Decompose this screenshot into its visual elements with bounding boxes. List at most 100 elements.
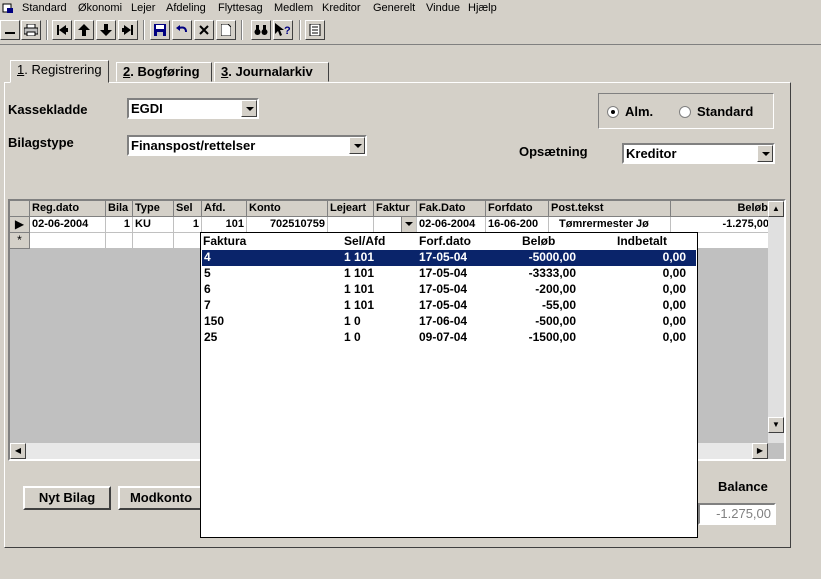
radio-alm[interactable]: Alm. [607,104,653,119]
print-icon[interactable] [21,20,41,40]
menu-vindue[interactable]: Vindue [426,1,460,15]
dropdown-faktura: 150 [204,314,225,328]
menu-generelt[interactable]: Generelt [373,1,415,15]
col-header-belob[interactable]: Beløb [671,201,772,217]
grid-corner [10,201,30,217]
col-header-sel[interactable]: Sel [174,201,202,217]
save-icon[interactable] [150,20,170,40]
menu-standard[interactable]: Standard [22,1,67,15]
tab-bogforing[interactable]: 2. Bogføring [116,62,212,82]
dropdown-row[interactable]: 7 1 101 17-05-04 -55,00 0,00 [202,298,696,314]
scroll-up-icon[interactable]: ▲ [768,201,784,217]
dropdown-faktura: 4 [204,250,211,264]
cell-posttekst[interactable]: Tømrermester Jø [549,217,671,233]
dropdown-row[interactable]: 5 1 101 17-05-04 -3333,00 0,00 [202,266,696,282]
dropdown-row[interactable]: 4 1 101 17-05-04 -5000,00 0,00 [202,250,696,266]
toolbar-separator [241,20,243,40]
next-record-icon[interactable] [96,20,116,40]
chevron-down-icon[interactable] [349,137,365,154]
row-selector-current[interactable]: ▶ [10,217,30,233]
cell-fakdato[interactable]: 02-06-2004 [417,217,486,233]
new-cell[interactable] [133,233,174,249]
menu-medlem[interactable]: Medlem [274,1,313,15]
tab-journalarkiv[interactable]: 3. Journalarkiv [214,62,329,82]
col-header-faktura[interactable]: Faktur [374,201,417,217]
dropdown-indbetalt: 0,00 [662,330,686,344]
undo-icon[interactable] [172,20,192,40]
dropdown-selafd: 1 101 [344,250,375,264]
kassekladde-select[interactable]: EGDI [127,98,259,119]
first-record-icon[interactable] [52,20,72,40]
scroll-left-icon[interactable]: ◀ [10,443,26,459]
faktura-dropdown-list[interactable]: Faktura Sel/Afd Forf.dato Beløb Indbetal… [200,232,698,538]
col-header-bilag[interactable]: Bila [106,201,133,217]
bilagstype-select[interactable]: Finanspost/rettelser [127,135,367,156]
dropdown-faktura: 25 [204,330,218,344]
col-header-posttekst[interactable]: Post.tekst [549,201,671,217]
tab-registrering[interactable]: 1. Registrering [10,60,109,83]
dropdown-faktura: 7 [204,298,211,312]
dropdown-row[interactable]: 25 1 0 09-07-04 -1500,00 0,00 [202,330,696,346]
col-header-konto[interactable]: Konto [247,201,328,217]
cell-konto[interactable]: 702510759 [247,217,328,233]
previous-record-icon[interactable] [74,20,94,40]
dropdown-row[interactable]: 6 1 101 17-05-04 -200,00 0,00 [202,282,696,298]
toolbar-separator [46,20,48,40]
bilagstype-label: Bilagstype [8,135,74,150]
opsaetning-label: Opsætning [519,144,588,159]
col-header-afd[interactable]: Afd. [202,201,247,217]
menu-lejer[interactable]: Lejer [131,1,155,15]
find-icon[interactable] [251,20,271,40]
cell-lejeart[interactable] [328,217,374,233]
menu-okonomi[interactable]: Økonomi [78,1,122,15]
app-system-icon[interactable] [2,2,14,14]
modkonto-button[interactable]: Modkonto [118,486,204,510]
col-header-regdato[interactable]: Reg.dato [30,201,106,217]
col-header-type[interactable]: Type [133,201,174,217]
menu-afdeling[interactable]: Afdeling [166,1,206,15]
menu-flyttesag[interactable]: Flyttesag [218,1,263,15]
cell-belob[interactable]: -1.275,00 [671,217,772,233]
new-cell[interactable] [174,233,202,249]
grid-vertical-scrollbar[interactable]: ▲ ▼ [768,201,784,443]
chevron-down-icon[interactable] [401,217,416,232]
cell-type[interactable]: KU [133,217,174,233]
new-record-icon[interactable] [216,20,236,40]
help-pointer-icon[interactable]: ? [273,20,293,40]
dropdown-belob: -1500,00 [528,330,576,344]
chevron-down-icon[interactable] [241,100,257,117]
dropdown-header-faktura: Faktura [203,234,247,248]
radio-standard[interactable]: Standard [679,104,753,119]
new-cell[interactable] [30,233,106,249]
scroll-right-icon[interactable]: ▶ [752,443,768,459]
notes-icon[interactable] [305,20,325,40]
col-header-lejeart[interactable]: Lejeart [328,201,374,217]
opsaetning-select[interactable]: Kreditor [622,143,775,164]
opsaetning-value: Kreditor [626,146,677,161]
dropdown-belob: -55,00 [541,298,576,312]
cell-afd[interactable]: 101 [202,217,247,233]
dropdown-row[interactable]: 150 1 0 17-06-04 -500,00 0,00 [202,314,696,330]
cell-sel[interactable]: 1 [174,217,202,233]
row-selector-new[interactable]: * [10,233,30,249]
cell-forfdato[interactable]: 16-06-200 [486,217,549,233]
nyt-bilag-button[interactable]: Nyt Bilag [23,486,111,510]
scroll-down-icon[interactable]: ▼ [768,417,784,433]
dropdown-forfdato: 09-07-04 [419,330,468,344]
col-header-forfdato[interactable]: Forfdato [486,201,549,217]
cell-bilag[interactable]: 1 [106,217,133,233]
cell-regdato[interactable]: 02-06-2004 [30,217,106,233]
new-cell[interactable] [106,233,133,249]
dropdown-selafd: 1 0 [344,330,361,344]
col-header-fakdato[interactable]: Fak.Dato [417,201,486,217]
delete-icon[interactable] [194,20,214,40]
balance-label: Balance [718,479,768,494]
chevron-down-icon[interactable] [757,145,773,162]
menu-kreditor[interactable]: Kreditor [322,1,361,15]
cell-faktura[interactable] [374,217,417,233]
last-record-icon[interactable] [118,20,138,40]
dropdown-belob: -3333,00 [528,266,576,280]
minimize-icon[interactable] [0,20,20,40]
menu-hjaelp[interactable]: Hjælp [468,1,497,15]
dropdown-forfdato: 17-06-04 [419,314,468,328]
